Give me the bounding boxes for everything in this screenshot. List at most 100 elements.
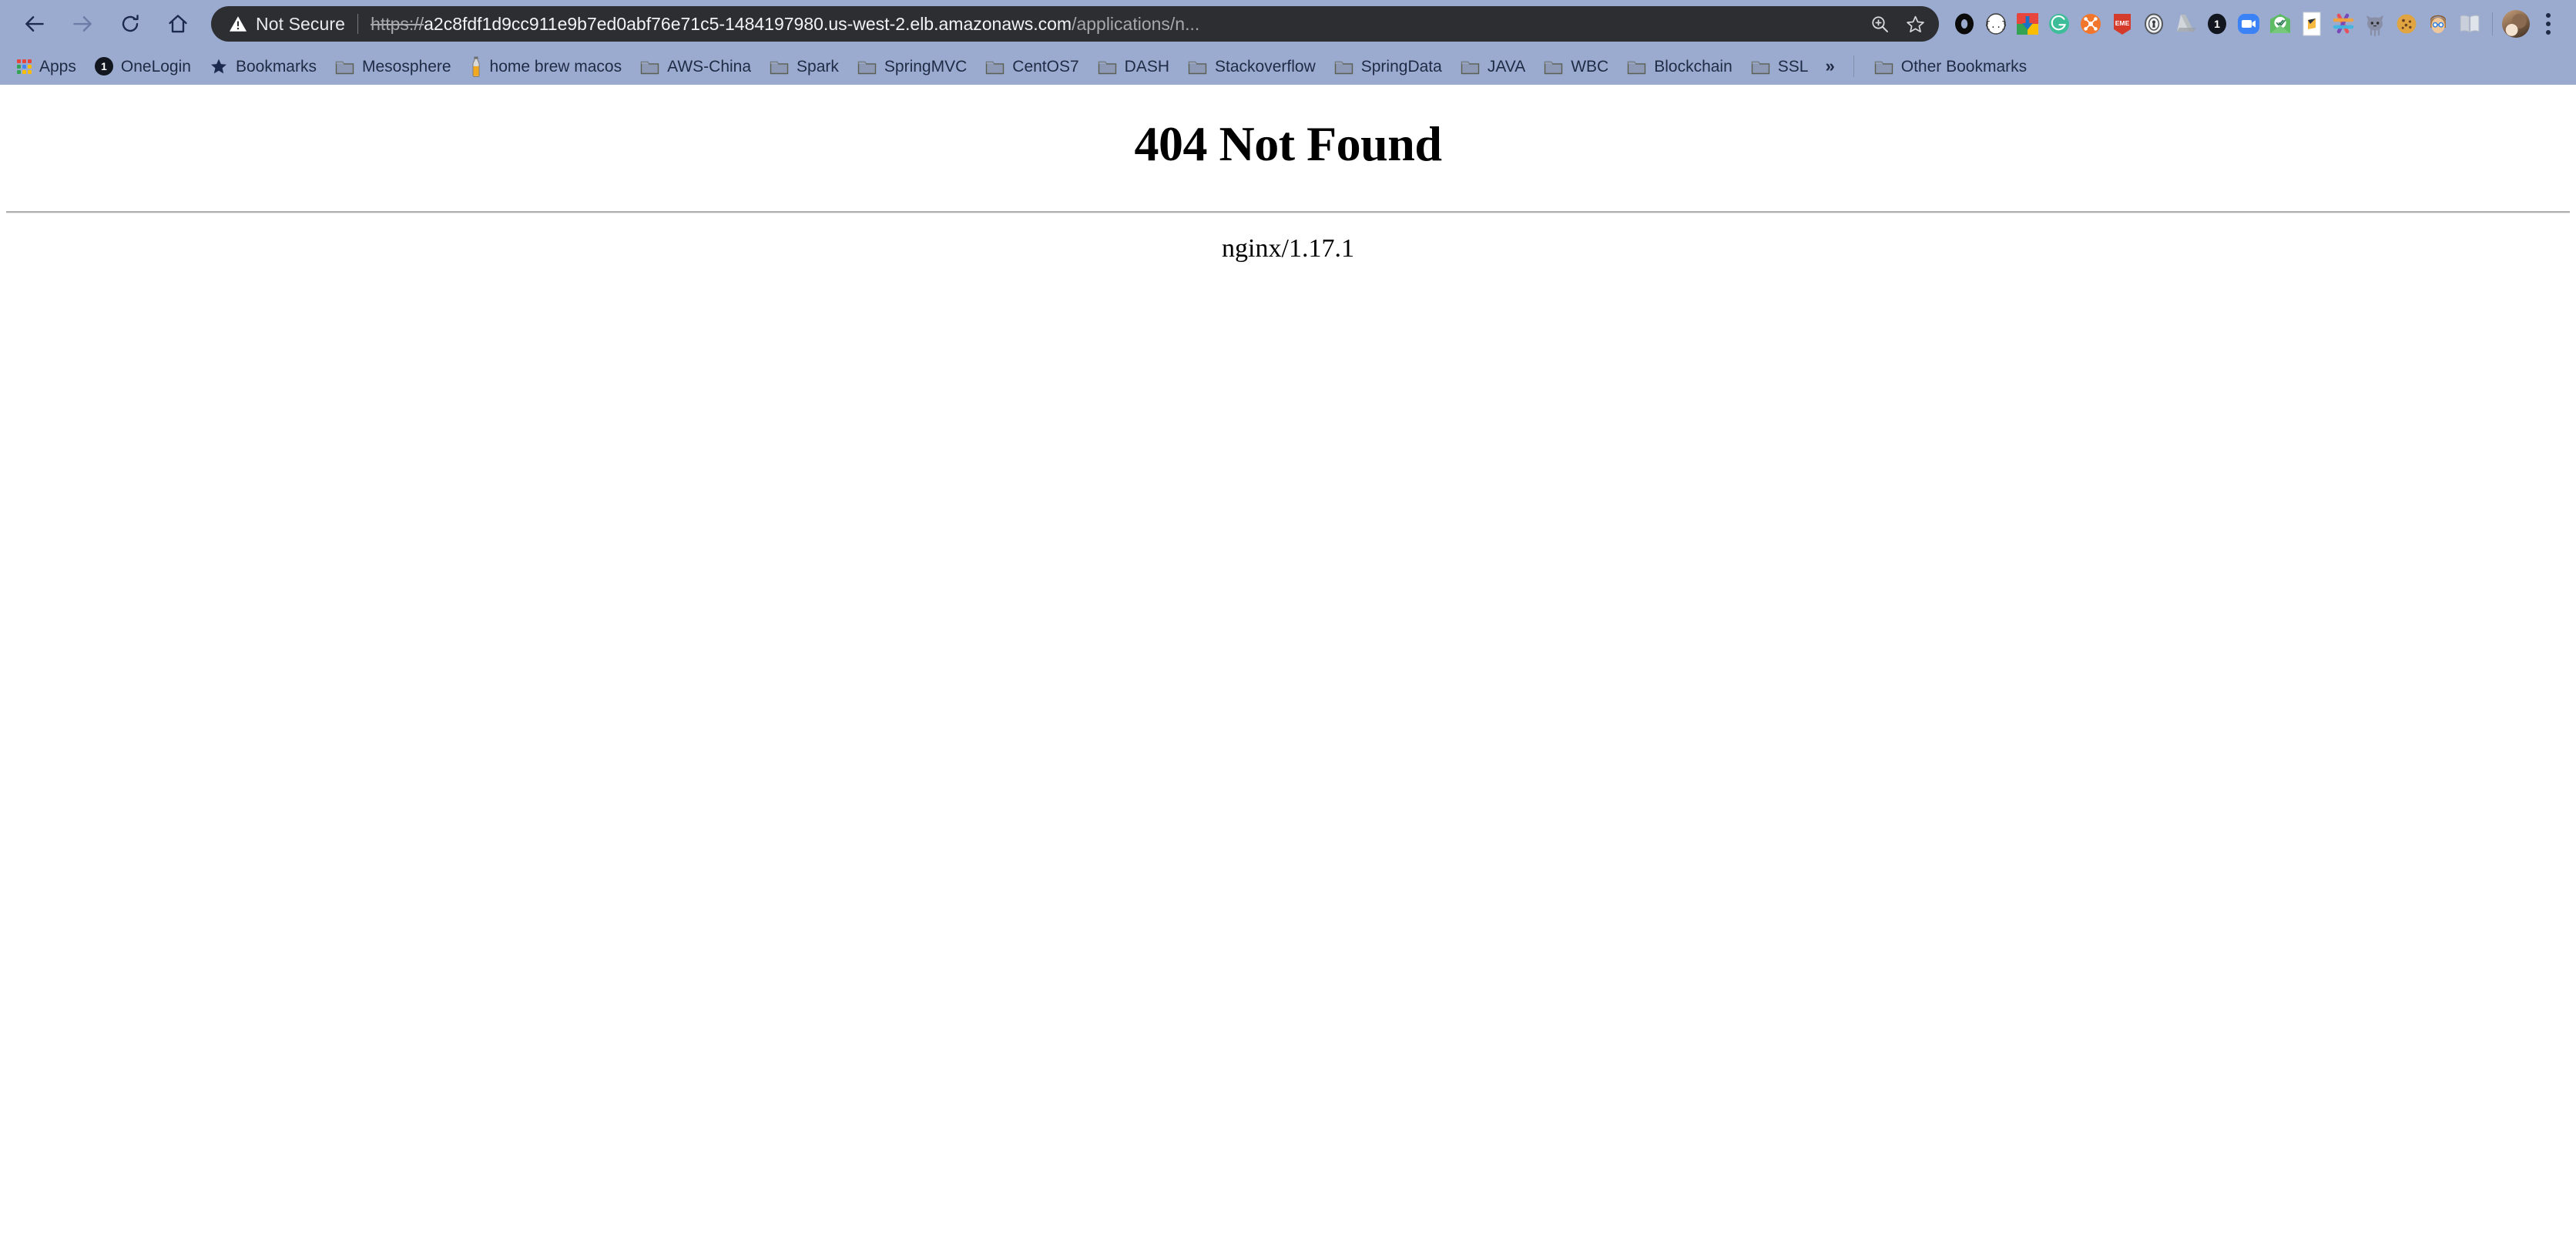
bookmark-label: CentOS7 [1012,57,1079,76]
extension-avatar-girl[interactable] [2422,0,2454,48]
extension-eme[interactable]: EME [2106,0,2138,48]
folder-icon [335,61,354,74]
profile-avatar-button[interactable] [2500,0,2531,48]
extension-strip: {..} EME 1 [1947,0,2565,48]
warning-triangle-icon [228,14,248,34]
bookmark-apps[interactable]: Apps [8,52,86,81]
horizontal-rule [6,211,2570,214]
kebab-menu-icon [2546,13,2551,18]
arrow-left-icon [25,16,44,32]
bookmark-other-bookmarks[interactable]: Other Bookmarks [1865,52,2036,81]
address-bar[interactable]: Not Secure https://a2c8fdf1d9cc911e9b7ed… [211,6,1939,42]
video-camera-icon [2237,14,2259,34]
folder-icon [1545,61,1563,74]
folder-icon [1188,61,1207,74]
keyhole-icon [2144,13,2163,35]
bookmark-item-java[interactable]: JAVA [1451,52,1535,81]
home-button[interactable] [154,0,202,48]
bookmarks-divider [1853,55,1854,77]
star-filled-icon [210,59,226,74]
folder-icon [1334,61,1353,74]
extension-onelogin[interactable]: 1 [2201,0,2232,48]
bookmark-label: OneLogin [120,57,191,76]
bookmark-item-home-brew-macos[interactable]: home brew macos [461,52,632,81]
bookmark-label: Other Bookmarks [1900,57,2028,76]
bookmark-label: SSL [1777,57,1809,76]
extension-grammarly[interactable] [2043,0,2075,48]
extension-json-viewer[interactable]: {..} [1980,0,2011,48]
folder-icon [640,61,659,74]
url-path: /applications/n... [1072,13,1200,34]
forward-button[interactable] [59,0,106,48]
bookmark-item-aws-china[interactable]: AWS-China [631,52,760,81]
bookmark-star-button[interactable] [1897,7,1933,41]
bookmark-label: SpringData [1360,57,1442,76]
envelope-check-icon [2269,14,2290,33]
json-braces-icon: {..} [1984,13,2007,35]
apps-grid-icon [17,59,32,74]
bookmark-item-bookmarks[interactable]: Bookmarks [200,52,326,81]
zoom-indicator-button[interactable] [1862,7,1897,41]
url-text: https://a2c8fdf1d9cc911e9b7ed0abf76e71c5… [371,14,1862,35]
bookmark-item-blockchain[interactable]: Blockchain [1618,52,1742,81]
bookmark-item-dash[interactable]: DASH [1088,52,1179,81]
bookmark-label: WBC [1571,57,1609,76]
extension-octocat[interactable] [2359,0,2390,48]
bookmark-item-onelogin[interactable]: 1 OneLogin [86,52,200,81]
extension-slack[interactable] [2327,0,2359,48]
bookmark-label: Bookmarks [235,57,317,76]
server-signature: nginx/1.17.1 [1222,234,1354,264]
eme-shield-icon: EME [2113,14,2131,35]
folder-icon [1098,61,1116,74]
bookmark-item-ssl[interactable]: SSL [1742,52,1818,81]
extension-o-black[interactable] [1948,0,1980,48]
bookmark-item-wbc[interactable]: WBC [1535,52,1618,81]
bookmark-label: Spark [797,57,839,76]
bookmark-item-springmvc[interactable]: SpringMVC [848,52,976,81]
arrow-right-icon [73,16,92,32]
bookmark-item-mesosphere[interactable]: Mesosphere [326,52,461,81]
onelogin-badge-icon: 1 [2207,13,2226,35]
svg-text:EME: EME [2115,19,2129,27]
download-arrow-icon [2016,13,2038,35]
bookmark-item-springdata[interactable]: SpringData [1325,52,1451,81]
reload-icon [122,15,139,32]
url-host: a2c8fdf1d9cc911e9b7ed0abf76e71c5-1484197… [424,13,1072,34]
home-icon [169,15,187,33]
url-scheme: https:// [371,13,424,34]
zoom-in-icon [1871,15,1888,32]
extension-chrome-download[interactable] [2011,0,2043,48]
chrome-menu-button[interactable] [2531,0,2565,48]
page-title: 404 Not Found [1134,116,1442,171]
grammarly-g-icon [2048,14,2069,34]
octocat-icon [2366,15,2383,37]
extension-mail-checker[interactable] [2264,0,2296,48]
drive-triangle-icon [2176,15,2196,32]
bookmark-label: DASH [1124,57,1170,76]
kebab-menu-icon [2546,22,2551,26]
folder-icon [986,61,1005,74]
reload-button[interactable] [106,0,154,48]
bookmark-item-centos7[interactable]: CentOS7 [976,52,1088,81]
onelogin-badge-icon: 1 [94,57,113,76]
folder-icon [1461,61,1480,74]
extension-zoom[interactable] [2232,0,2264,48]
bookmark-item-stackoverflow[interactable]: Stackoverflow [1179,52,1325,81]
node-graph-icon [2080,14,2101,34]
bookmarks-overflow-button[interactable]: » [1817,56,1842,76]
bookmark-label: Stackoverflow [1215,57,1316,76]
extension-reader[interactable] [2454,0,2485,48]
extension-keepass[interactable] [2138,0,2169,48]
bookmark-label: Mesosphere [361,57,451,76]
extension-google-drive[interactable] [2169,0,2201,48]
folder-icon [1628,61,1646,74]
browser-toolbar: Not Secure https://a2c8fdf1d9cc911e9b7ed… [0,0,2576,48]
bookmark-item-spark[interactable]: Spark [760,52,848,81]
folder-icon [1874,61,1893,74]
extension-cookie-manager[interactable] [2390,0,2422,48]
extension-page-tool[interactable] [2296,0,2327,48]
back-button[interactable] [11,0,59,48]
circle-ring-icon [1954,13,1974,35]
extension-network-graph[interactable] [2075,0,2106,48]
nginx-error-page: 404 Not Found nginx/1.17.1 [0,118,2576,264]
